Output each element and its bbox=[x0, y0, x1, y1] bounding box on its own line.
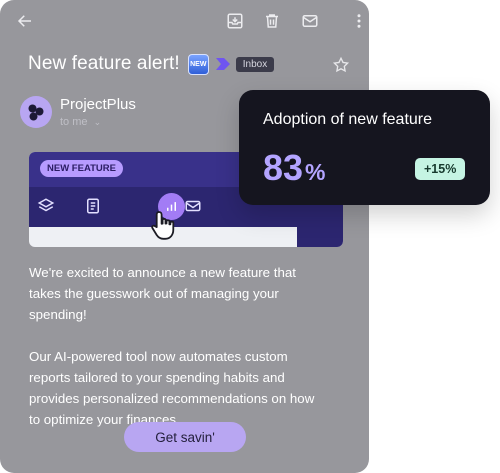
mail-nav-icon bbox=[184, 197, 202, 215]
archive-icon[interactable] bbox=[226, 12, 244, 30]
back-arrow-icon[interactable] bbox=[16, 12, 34, 30]
trash-icon[interactable] bbox=[263, 12, 281, 30]
subject-row: New feature alert! NEW Inbox bbox=[28, 53, 275, 75]
stat-unit: % bbox=[305, 159, 326, 185]
pointer-hand-icon bbox=[151, 211, 175, 240]
new-badge-icon: NEW bbox=[187, 53, 209, 75]
get-savin-button[interactable]: Get savin' bbox=[124, 422, 246, 452]
sender-avatar bbox=[20, 96, 52, 128]
stat-title: Adoption of new feature bbox=[263, 111, 433, 128]
more-vert-icon[interactable] bbox=[350, 12, 368, 30]
chevron-down-icon: ⌄ bbox=[93, 117, 102, 127]
body-paragraph: Our AI-powered tool now automates custom… bbox=[29, 349, 315, 427]
new-feature-pill: NEW FEATURE bbox=[40, 160, 123, 177]
stat-delta-badge: +15% bbox=[415, 158, 466, 180]
label-arrow-icon bbox=[215, 58, 230, 70]
recipient-label: to me bbox=[60, 116, 88, 128]
mail-icon[interactable] bbox=[301, 12, 319, 30]
layers-icon bbox=[37, 197, 55, 215]
projectplus-logo-icon bbox=[28, 104, 44, 121]
recipient-dropdown[interactable]: to me ⌄ bbox=[60, 116, 101, 128]
stat-number: 83 bbox=[263, 147, 304, 188]
email-subject: New feature alert! bbox=[28, 53, 180, 74]
document-icon bbox=[84, 197, 102, 215]
inbox-label-chip[interactable]: Inbox bbox=[235, 56, 275, 72]
stat-value: 83% bbox=[263, 147, 326, 189]
email-toolbar bbox=[0, 0, 369, 42]
email-view: New feature alert! NEW Inbox ProjectPlus… bbox=[0, 0, 369, 473]
adoption-stat-card: Adoption of new feature 83% +15% bbox=[239, 90, 490, 205]
sender-name[interactable]: ProjectPlus bbox=[60, 96, 136, 113]
star-icon[interactable] bbox=[332, 56, 350, 74]
body-paragraph: We're excited to announce a new feature … bbox=[29, 265, 296, 322]
